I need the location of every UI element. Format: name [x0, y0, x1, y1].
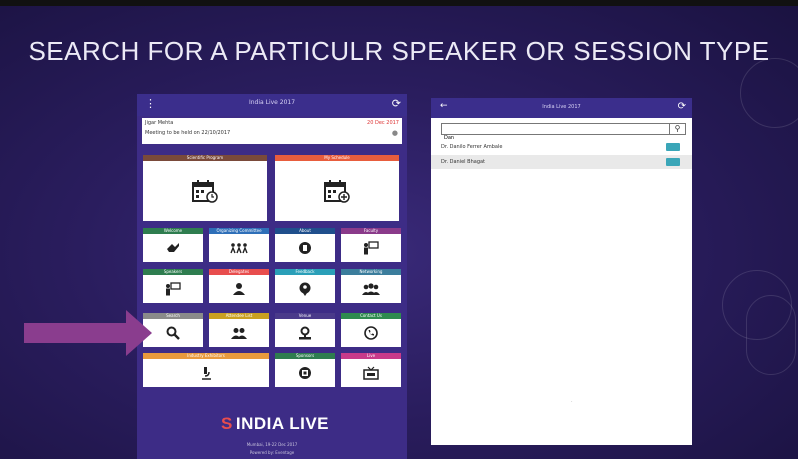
user-info-card: Jigar Mehta 20 Dec 2017 Meeting to be he…	[142, 118, 402, 144]
logo-text: INDIA LIVE	[235, 414, 329, 433]
logo-mark: S	[221, 414, 233, 433]
bell-icon[interactable]: ●	[392, 129, 398, 137]
speech-bubble-icon	[275, 275, 335, 303]
tile-industry-exhibitors[interactable]: Industry Exhibitors	[143, 353, 269, 387]
phone-home-screen: ⋮ India Live 2017 ⟳ Jigar Mehta 20 Dec 2…	[137, 94, 407, 459]
result-label: Dr. Daniel Bhagat	[441, 159, 486, 165]
top-strip	[0, 0, 798, 6]
result-label: Dr. Danilo Ferrer Ambale	[441, 144, 503, 150]
phone-icon	[341, 319, 401, 347]
tile-my-schedule[interactable]: My Schedule	[275, 155, 399, 221]
tile-organizing-committee[interactable]: Organizing Committee	[209, 228, 269, 262]
tile-live[interactable]: Live	[341, 353, 401, 387]
pointer-arrow-shaft	[24, 323, 132, 343]
decor-circle-right-edge	[746, 295, 796, 375]
user-name: Jigar Mehta	[145, 120, 174, 126]
search-top-bar: ← India Live 2017 ⟳	[431, 98, 692, 118]
microscope-icon	[143, 359, 269, 387]
footer-line-1: Mumbai, 19-22 Dec 2017	[246, 442, 298, 447]
tile-about[interactable]: About	[275, 228, 335, 262]
meeting-info: Meeting to be held on 22/10/2017	[145, 130, 231, 136]
person-icon	[209, 275, 269, 303]
tile-networking[interactable]: Networking	[341, 269, 401, 303]
tile-search[interactable]: Search	[143, 313, 203, 347]
slide-title: SEARCH FOR A PARTICULR SPEAKER OR SESSIO…	[28, 36, 770, 66]
tile-attendee-list[interactable]: Attendee List	[209, 313, 269, 347]
search-icon	[143, 319, 203, 347]
page-dot: ·	[571, 399, 573, 405]
map-pin-icon	[275, 319, 335, 347]
users-icon	[209, 319, 269, 347]
meeting-date: 20 Dec 2017	[367, 120, 399, 126]
group-icon	[341, 275, 401, 303]
pointer-arrow-head	[126, 310, 152, 356]
phone-search-screen: ← India Live 2017 ⟳ ⚲ Dr. Danilo Ferrer …	[431, 98, 692, 445]
hands-icon	[275, 359, 335, 387]
refresh-icon[interactable]: ⟳	[392, 97, 401, 110]
search-screen-title: India Live 2017	[542, 104, 581, 110]
presenter-icon	[341, 234, 401, 262]
result-action-button[interactable]	[666, 158, 680, 166]
tile-faculty[interactable]: Faculty	[341, 228, 401, 262]
app-top-bar: ⋮ India Live 2017 ⟳	[137, 94, 407, 116]
tile-venue[interactable]: Venue	[275, 313, 335, 347]
refresh-icon[interactable]: ⟳	[678, 101, 686, 112]
tv-live-icon	[341, 359, 401, 387]
calendar-plus-icon	[275, 161, 399, 221]
tile-feedback[interactable]: Feedback	[275, 269, 335, 303]
tile-speakers[interactable]: Speakers	[143, 269, 203, 303]
search-icon[interactable]: ⚲	[669, 124, 685, 134]
tile-scientific-program[interactable]: Scientific Program	[143, 155, 267, 221]
tile-sponsors[interactable]: Sponsors	[275, 353, 335, 387]
footer-line-2: Powered by: Eventage	[249, 450, 295, 455]
team-icon	[209, 234, 269, 262]
result-action-button[interactable]	[666, 143, 680, 151]
decor-circle-top-right	[740, 58, 798, 128]
india-live-logo: S INDIA LIVE	[221, 414, 329, 434]
tile-delegates[interactable]: Delegates	[209, 269, 269, 303]
calendar-clock-icon	[143, 161, 267, 221]
presenter-icon	[143, 275, 203, 303]
info-circle-icon	[275, 234, 335, 262]
result-row[interactable]: Dr. Daniel Bhagat	[431, 155, 692, 169]
search-box: ⚲	[441, 123, 686, 143]
tile-contact-us[interactable]: Contact Us	[341, 313, 401, 347]
app-title: India Live 2017	[248, 99, 296, 106]
result-row[interactable]: Dr. Danilo Ferrer Ambale	[431, 140, 692, 154]
tile-welcome[interactable]: Welcome	[143, 228, 203, 262]
handshake-icon	[143, 234, 203, 262]
